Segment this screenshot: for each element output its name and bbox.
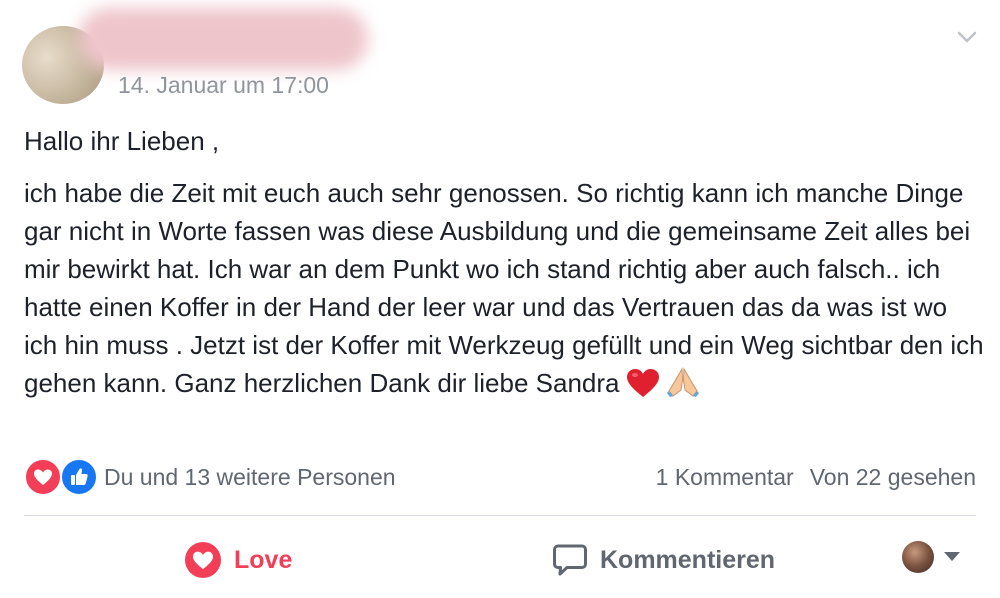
author-name-redacted	[78, 8, 368, 70]
caret-down-icon	[944, 552, 960, 561]
post-counters: 1 Kommentar Von 22 gesehen	[656, 464, 976, 491]
comment-button[interactable]: Kommentieren	[552, 538, 775, 582]
comments-count-link[interactable]: 1 Kommentar	[656, 464, 794, 490]
chevron-down-icon[interactable]	[956, 26, 978, 48]
post-timestamp[interactable]: 14. Januar um 17:00	[118, 72, 329, 99]
like-reaction-icon	[60, 458, 98, 496]
comment-bubble-icon	[553, 544, 587, 576]
red-heart-emoji	[626, 369, 659, 397]
reaction-icons[interactable]	[24, 458, 100, 496]
post-message: Hallo ihr Lieben , ich habe die Zeit mit…	[24, 122, 984, 416]
divider	[24, 515, 976, 516]
love-button-label: Love	[234, 545, 293, 574]
love-button[interactable]: Love	[184, 538, 292, 582]
love-reaction-icon	[24, 458, 62, 496]
seen-by-link[interactable]: Von 22 gesehen	[810, 464, 976, 490]
comment-button-label: Kommentieren	[600, 545, 776, 574]
comment-as-selector[interactable]	[902, 541, 960, 573]
heart-icon	[185, 542, 221, 578]
facebook-post: 14. Januar um 17:00 Hallo ihr Lieben , i…	[0, 0, 1000, 598]
reaction-stats-bar: Du und 13 weitere Personen 1 Kommentar Vo…	[24, 456, 976, 496]
folded-hands-emoji	[666, 367, 699, 397]
viewer-avatar	[902, 541, 934, 573]
post-greeting: Hallo ihr Lieben ,	[24, 126, 220, 156]
reactions-summary-link[interactable]: Du und 13 weitere Personen	[104, 464, 396, 491]
post-body-paragraph: ich habe die Zeit mit euch auch sehr gen…	[24, 174, 984, 402]
post-body-text: ich habe die Zeit mit euch auch sehr gen…	[24, 178, 984, 398]
